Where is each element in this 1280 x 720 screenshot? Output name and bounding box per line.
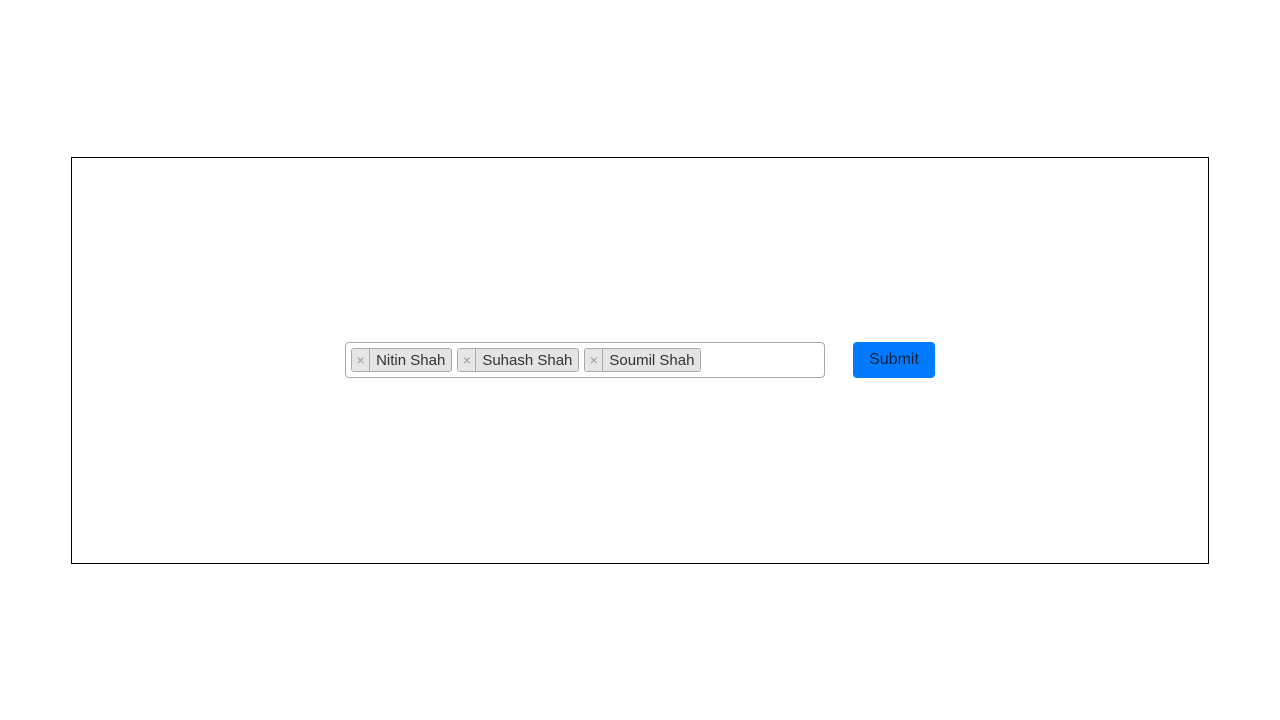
tag-remove-icon[interactable]: ×: [352, 349, 370, 371]
people-multiselect[interactable]: × Nitin Shah × Suhash Shah × Soumil Shah: [345, 342, 825, 378]
submit-button[interactable]: Submit: [853, 342, 935, 378]
tag-remove-icon[interactable]: ×: [458, 349, 476, 371]
multiselect-input[interactable]: [706, 348, 819, 372]
tag-item: × Suhash Shah: [457, 348, 579, 372]
tag-remove-icon[interactable]: ×: [585, 349, 603, 371]
tag-label: Soumil Shah: [603, 349, 700, 371]
tag-item: × Soumil Shah: [584, 348, 701, 372]
tag-label: Nitin Shah: [370, 349, 451, 371]
form-row: × Nitin Shah × Suhash Shah × Soumil Shah…: [345, 342, 935, 378]
tag-label: Suhash Shah: [476, 349, 578, 371]
tag-item: × Nitin Shah: [351, 348, 452, 372]
app-frame: × Nitin Shah × Suhash Shah × Soumil Shah…: [71, 157, 1209, 564]
